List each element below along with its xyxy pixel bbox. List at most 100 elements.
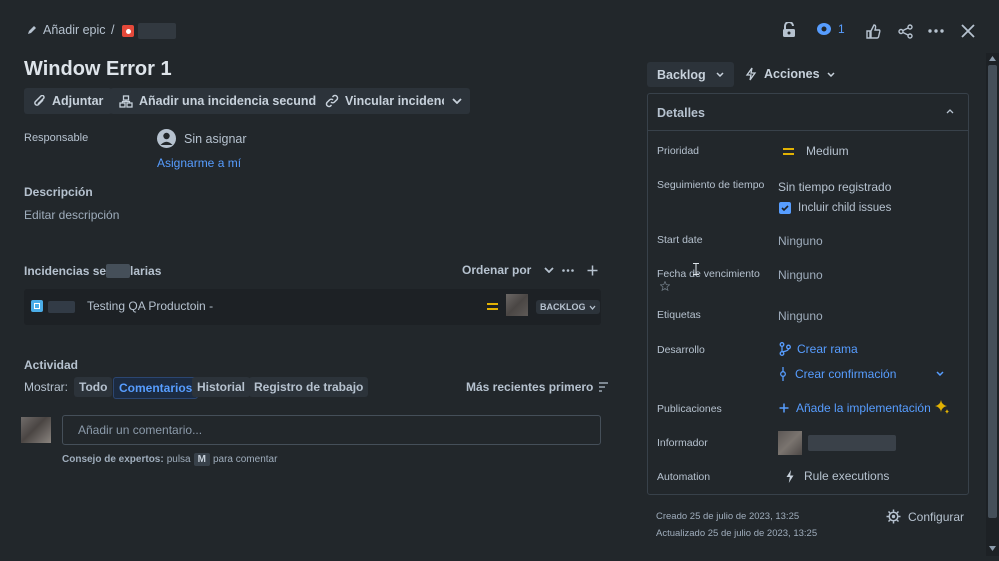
include-child-issues-label: Incluir child issues (798, 202, 892, 214)
subtask-icon (31, 300, 43, 312)
description-editor[interactable]: Editar descripción (24, 208, 119, 222)
created-timestamp: Creado 25 de julio de 2023, 13:25 (656, 511, 800, 522)
child-issue-summary[interactable]: Testing QA Productoin - (87, 299, 213, 313)
activity-heading: Actividad (24, 358, 79, 372)
thumbs-up-icon[interactable] (864, 22, 882, 40)
chevron-down-icon (716, 72, 724, 77)
assignee-avatar (506, 294, 528, 316)
details-header[interactable]: Detalles (648, 94, 968, 131)
star-icon (660, 281, 670, 291)
ai-sparkle-icon[interactable] (934, 399, 950, 415)
issue-title[interactable]: Window Error 1 (24, 58, 172, 81)
eye-icon (816, 22, 832, 36)
due-date-value[interactable]: Ninguno (778, 268, 823, 282)
scroll-down-icon[interactable] (989, 546, 996, 551)
plus-icon (779, 403, 789, 413)
chevron-down-icon (827, 71, 835, 77)
chevron-down-icon (452, 98, 462, 104)
development-label: Desarrollo (657, 344, 705, 356)
create-branch-link[interactable]: Crear rama (779, 342, 858, 356)
branch-icon (779, 342, 791, 356)
status-button[interactable]: Backlog (647, 62, 734, 87)
hierarchy-icon (119, 94, 133, 108)
child-issue-status-dropdown[interactable]: BACKLOG (536, 300, 600, 314)
child-issues-heading: Incidencias se larias (24, 264, 161, 278)
assignee-value: Sin asignar (184, 131, 247, 146)
configure-label: Configurar (908, 509, 965, 524)
child-issues-more-icon[interactable] (561, 264, 575, 276)
breadcrumb-separator: / (111, 23, 115, 37)
automation-label: Automation (657, 471, 711, 483)
gear-icon (886, 509, 901, 524)
tip-end: para comentar (212, 454, 278, 465)
start-date-value[interactable]: Ninguno (778, 234, 823, 248)
attach-button[interactable]: Adjuntar (24, 88, 113, 114)
link-icon (325, 94, 339, 108)
description-heading: Descripción (24, 185, 93, 199)
filter-comments[interactable]: Comentarios (113, 377, 199, 399)
add-child-issue-button[interactable]: Añadir una incidencia secundaria (110, 88, 348, 114)
labels-value[interactable]: Ninguno (778, 309, 823, 323)
comment-input[interactable]: Añadir un comentario... (62, 415, 601, 445)
actions-button[interactable]: Acciones (745, 67, 835, 81)
close-icon[interactable] (959, 22, 977, 40)
tip-key: M (193, 453, 210, 466)
more-actions-dropdown[interactable] (444, 88, 470, 114)
scroll-thumb[interactable] (988, 65, 997, 518)
assignee-field[interactable]: Sin asignar (157, 129, 247, 148)
watch-button[interactable]: 1 (816, 22, 845, 36)
scrollbar[interactable] (986, 53, 999, 556)
updated-timestamp: Actualizado 25 de julio de 2023, 13:25 (656, 528, 818, 539)
order-by-control[interactable]: Ordenar por (462, 263, 554, 277)
rule-executions-link[interactable]: Rule executions (786, 469, 889, 483)
assign-to-me-link[interactable]: Asignarme a mí (157, 156, 241, 170)
filter-worklog[interactable]: Registro de trabajo (249, 377, 369, 397)
user-avatar-icon (157, 129, 176, 148)
breadcrumb-issue-key[interactable] (122, 23, 176, 39)
sort-order-button[interactable]: Más recientes primero (466, 380, 609, 394)
add-child-issue-label: Añadir una incidencia secundaria (139, 94, 339, 108)
attach-label: Adjuntar (52, 94, 104, 108)
lock-icon[interactable] (780, 21, 798, 39)
priority-field[interactable]: Medium (783, 144, 849, 158)
add-deployment-label: Añade la implementación (796, 401, 931, 415)
include-child-issues-checkbox[interactable]: Incluir child issues (779, 202, 891, 214)
reporter-field[interactable] (778, 431, 896, 455)
child-issue-row[interactable]: Testing QA Productoin - BACKLOG (24, 289, 601, 325)
add-epic-link[interactable]: Añadir epic (27, 23, 106, 37)
tip-bold: Consejo de expertos: (62, 454, 164, 465)
child-issues-heading-start: Incidencias se (24, 264, 107, 278)
rule-executions-label: Rule executions (804, 469, 890, 483)
due-date-label-end: vencimiento (703, 268, 760, 280)
priority-medium-icon (783, 147, 794, 156)
lightning-icon (745, 67, 757, 81)
start-date-label: Start date (657, 234, 703, 246)
share-icon[interactable] (896, 22, 914, 40)
show-label: Mostrar: (24, 380, 69, 394)
due-date-label: Fecha de vencimiento (657, 268, 760, 280)
scroll-up-icon[interactable] (989, 56, 996, 61)
filter-all[interactable]: Todo (74, 377, 113, 397)
commit-icon (779, 367, 787, 381)
chevron-down-icon[interactable] (936, 371, 944, 376)
child-issue-status: BACKLOG (540, 302, 586, 312)
comment-tip: Consejo de expertos: pulsa M para coment… (62, 453, 277, 466)
time-tracking-value[interactable]: Sin tiempo registrado (778, 180, 891, 194)
tip-text: pulsa (166, 454, 191, 465)
add-deployment-link[interactable]: Añade la implementación (779, 401, 931, 415)
text-cursor-icon (693, 263, 699, 275)
labels-label: Etiquetas (657, 309, 701, 321)
pencil-icon (27, 25, 37, 35)
create-commit-link[interactable]: Crear confirmación (779, 367, 896, 381)
configure-button[interactable]: Configurar (886, 509, 964, 524)
filter-history[interactable]: Historial (192, 377, 251, 397)
child-issues-heading-end: larias (130, 264, 162, 278)
chevron-down-icon (589, 305, 596, 310)
more-icon[interactable] (927, 22, 945, 40)
priority-label: Prioridad (657, 145, 700, 157)
priority-medium-icon (487, 302, 498, 311)
priority-value: Medium (806, 144, 849, 158)
create-commit-label: Crear confirmación (795, 367, 897, 381)
add-child-icon[interactable] (585, 263, 599, 277)
paperclip-icon (33, 94, 46, 108)
